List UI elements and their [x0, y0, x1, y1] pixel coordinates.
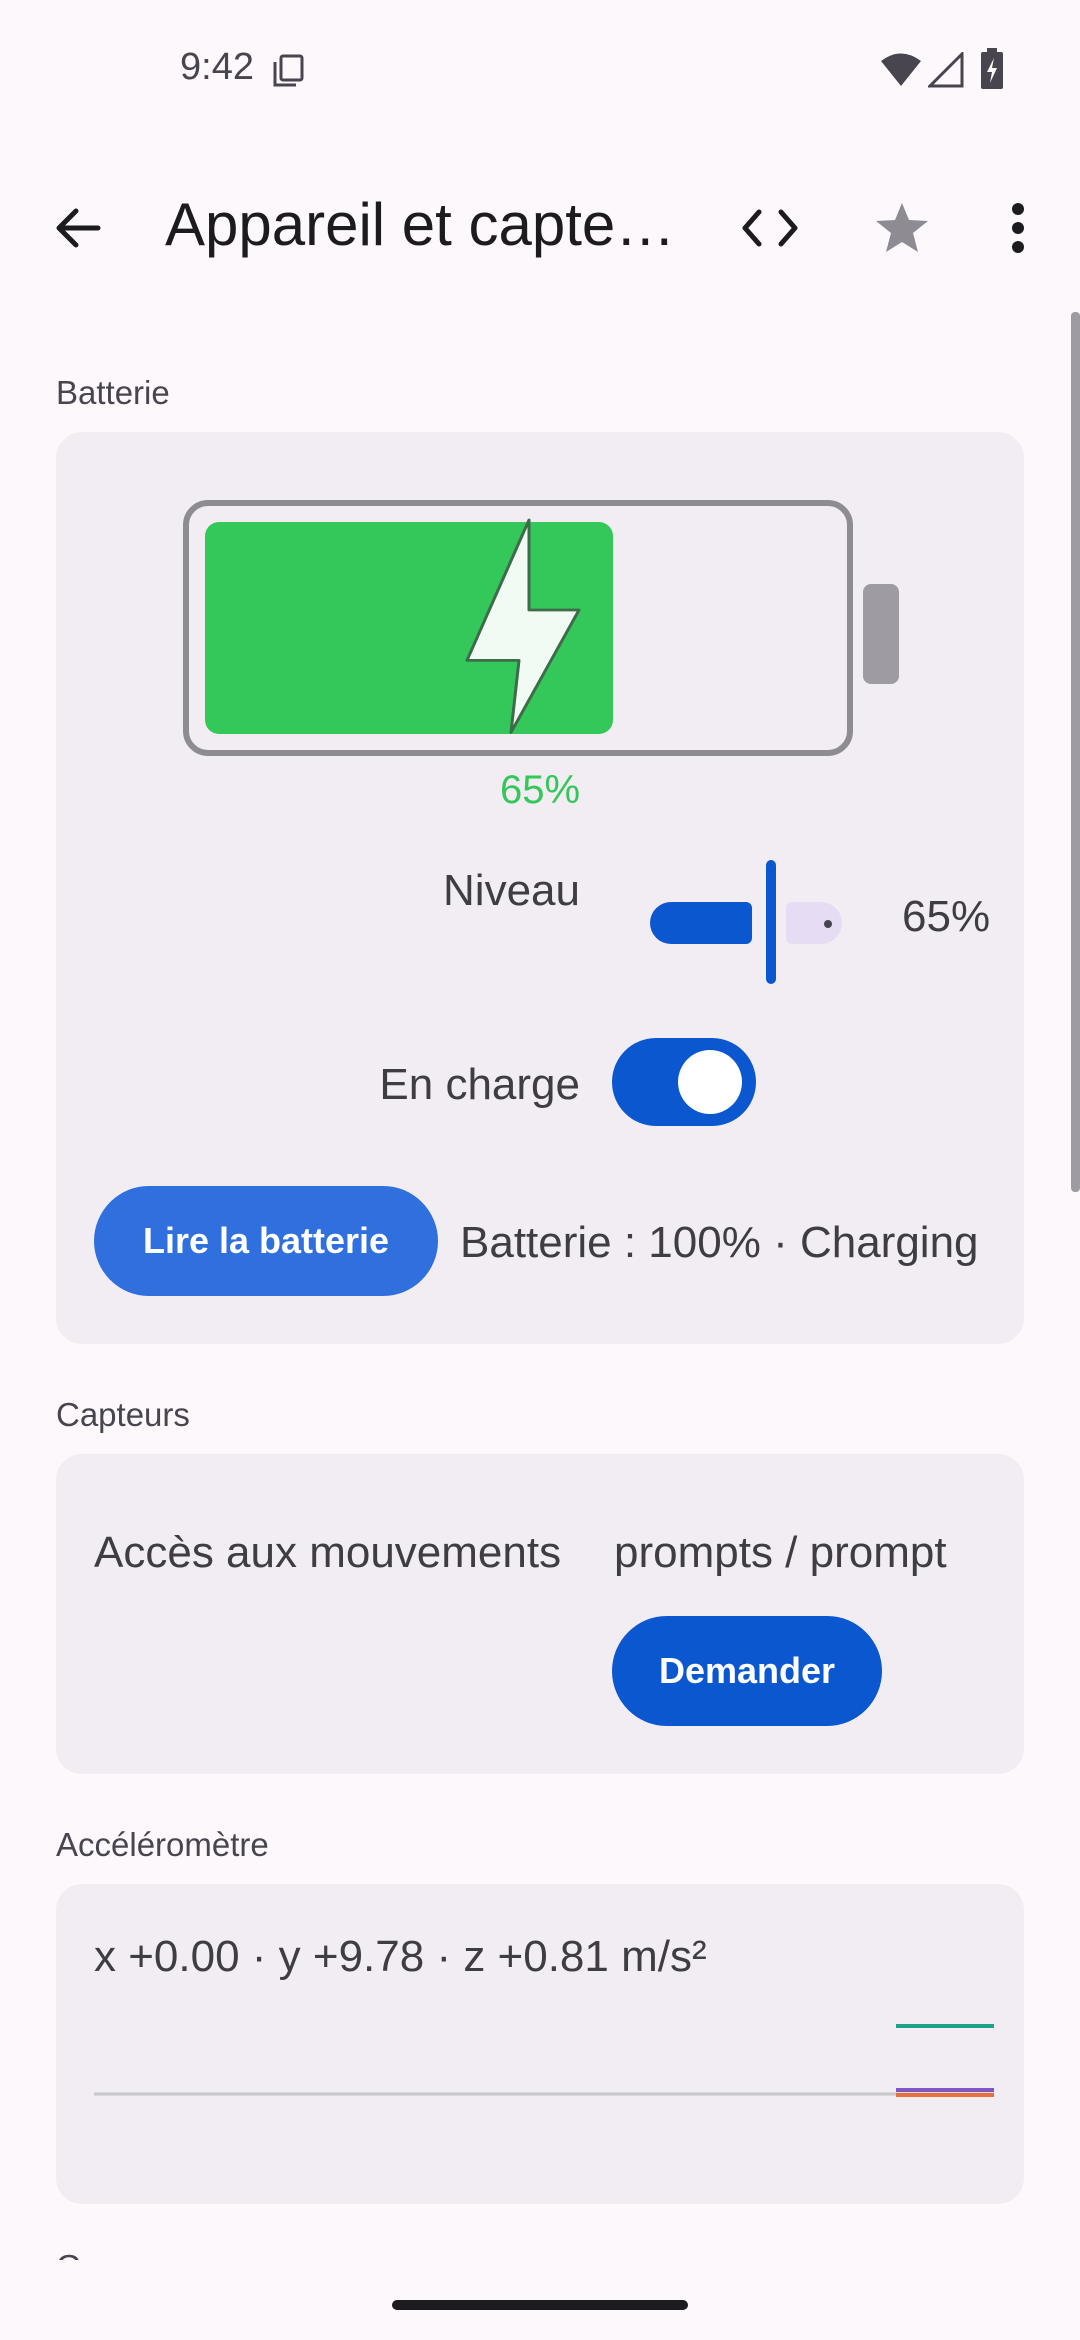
slider-handle[interactable] [766, 860, 776, 984]
scrollbar-thumb[interactable] [1071, 312, 1080, 1192]
accelerometer-readout: x +0.00 · y +9.78 · z +0.81 m/s² [94, 1932, 707, 1981]
slider-stop-indicator [824, 920, 832, 928]
status-time: 9:42 [180, 46, 254, 88]
level-slider[interactable] [650, 860, 900, 984]
accelerometer-chart [94, 2024, 994, 2097]
slider-inactive-track [786, 902, 842, 944]
charging-label: En charge [379, 1060, 580, 1109]
top-app-bar: Appareil et capteurs [0, 170, 1080, 280]
code-icon [742, 209, 798, 247]
copy-icon [273, 54, 304, 87]
arrow-left-icon [56, 208, 101, 248]
request-permission-button[interactable]: Demander [612, 1616, 882, 1726]
wifi-icon [881, 53, 921, 86]
section-label-sensors: Capteurs [56, 1396, 190, 1433]
back-button[interactable] [38, 188, 118, 268]
signal-icon [928, 52, 964, 88]
page-title: Appareil et capteurs [165, 191, 685, 258]
slider-active-track [650, 902, 752, 944]
code-button[interactable] [730, 188, 810, 268]
section-label-battery: Batterie [56, 374, 170, 411]
charging-toggle[interactable] [612, 1038, 756, 1126]
read-battery-button[interactable]: Lire la batterie [94, 1186, 438, 1296]
battery-graphic [183, 500, 899, 756]
toggle-thumb [678, 1050, 742, 1114]
battery-charging-icon [981, 48, 1003, 89]
section-label-accelerometer: Accéléromètre [56, 1826, 269, 1863]
level-label: Niveau [443, 866, 580, 915]
battery-percent-label: 65% [499, 768, 581, 812]
battery-card: 65% Niveau 65% En charge Lire la batteri… [56, 432, 1024, 1344]
status-bar: 9:42 [0, 0, 1080, 140]
level-value: 65% [902, 892, 991, 941]
screen: 9:42 Appareil et capteurs Batterie 65% N… [0, 0, 1080, 2340]
sensors-card: Accès aux mouvements prompts / prompt De… [56, 1454, 1024, 1774]
battery-status-text: Batterie : 100% · Charging [460, 1218, 979, 1267]
motion-access-value: prompts / prompt [614, 1528, 947, 1577]
gesture-navigation-bar[interactable] [392, 2300, 688, 2310]
favorite-button[interactable] [862, 188, 942, 268]
motion-access-label: Accès aux mouvements [94, 1528, 562, 1577]
star-icon [876, 203, 928, 252]
accelerometer-card: x +0.00 · y +9.78 · z +0.81 m/s² [56, 1884, 1024, 2204]
more-options-button[interactable] [990, 188, 1046, 268]
more-vertical-icon [1012, 203, 1024, 253]
